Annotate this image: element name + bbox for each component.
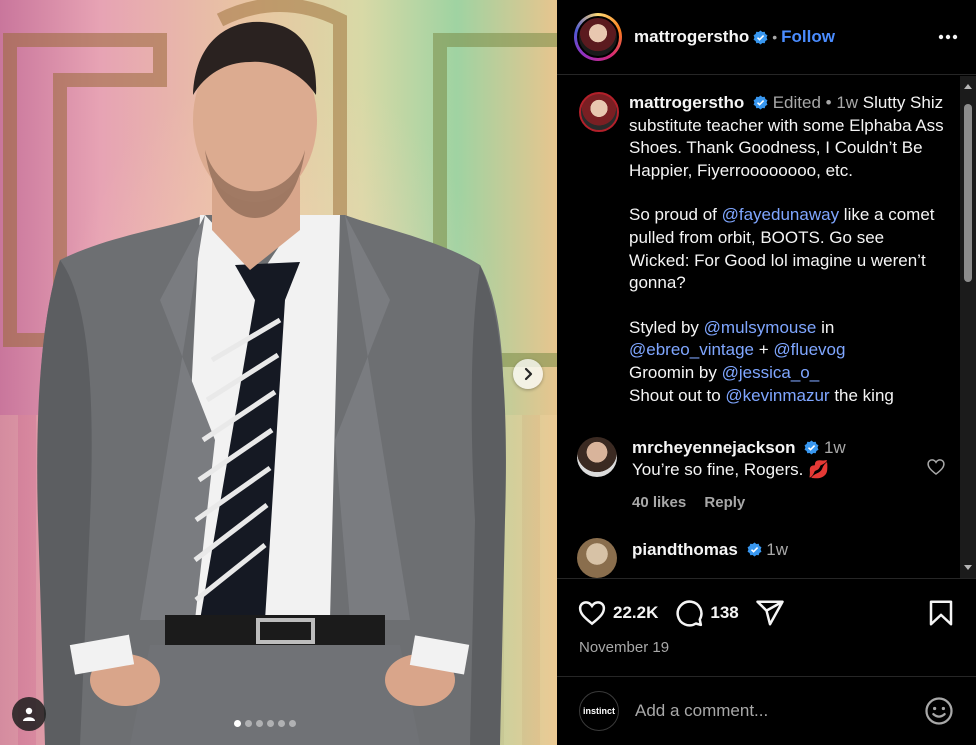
- scroll-up-icon[interactable]: [963, 82, 973, 92]
- comment-text: You’re so fine, Rogers. 💋: [632, 460, 830, 480]
- heart-icon: [578, 601, 606, 626]
- mention-link[interactable]: @jessica_o_: [722, 363, 820, 382]
- caption-text: Groomin by: [629, 362, 722, 382]
- carousel-dot: [267, 720, 274, 727]
- comment-icon: [676, 600, 703, 627]
- caption-paragraph-3: Styled by @mulsymouse in @ebreo_vintage …: [629, 317, 946, 407]
- caption-text: +: [754, 340, 774, 360]
- comment-likes[interactable]: 40 likes: [632, 494, 686, 511]
- caption-paragraph-2: So proud of @fayedunaway like a comet pu…: [629, 204, 946, 294]
- post-side-panel: mattrogerstho • Follow mattrogerstho Edi…: [557, 0, 976, 745]
- comment-button[interactable]: 138: [674, 598, 739, 628]
- reply-button[interactable]: Reply: [704, 494, 745, 511]
- verified-icon: [747, 542, 761, 557]
- emoji-icon[interactable]: [924, 696, 954, 726]
- more-options-button[interactable]: [936, 25, 960, 49]
- commenter-username[interactable]: mrcheyennejackson: [632, 438, 795, 457]
- like-button[interactable]: 22.2K: [577, 598, 658, 628]
- share-icon: [756, 600, 784, 626]
- caption-text: in: [816, 317, 835, 337]
- carousel-dot: [245, 720, 252, 727]
- caption-text: So proud of: [629, 205, 722, 225]
- comment-time[interactable]: 1w: [824, 438, 846, 457]
- carousel-dot: [278, 720, 285, 727]
- caption-text: Shout out to: [629, 385, 726, 405]
- carousel-dot: [289, 720, 296, 727]
- share-button[interactable]: [755, 598, 785, 628]
- edited-label: Edited: [772, 93, 821, 112]
- follow-button[interactable]: Follow: [781, 27, 835, 47]
- viewer-avatar[interactable]: instinct: [579, 691, 619, 731]
- mention-link[interactable]: @fluevog: [773, 340, 845, 359]
- mention-link[interactable]: @ebreo_vintage: [629, 340, 754, 359]
- caption-time[interactable]: 1w: [836, 93, 858, 112]
- comment-composer: instinct Add a comment...: [557, 676, 976, 745]
- caption-bullet: •: [825, 93, 832, 112]
- caption-text: Styled by: [629, 317, 704, 337]
- comment-time[interactable]: 1w: [766, 540, 788, 559]
- commenter-username[interactable]: piandthomas: [632, 540, 738, 559]
- header-separator: •: [772, 29, 778, 45]
- post-header: mattrogerstho • Follow: [557, 0, 976, 75]
- comment-input[interactable]: Add a comment...: [635, 701, 768, 721]
- verified-icon: [753, 29, 768, 45]
- caption-avatar[interactable]: [579, 92, 619, 132]
- chevron-right-icon: [524, 367, 533, 381]
- verified-icon: [753, 95, 768, 110]
- post-photo[interactable]: [0, 0, 557, 745]
- scrollbar-thumb[interactable]: [964, 104, 972, 282]
- person-figure: [37, 21, 506, 745]
- carousel-dot: [234, 720, 241, 727]
- carousel-dots: [234, 720, 296, 727]
- bookmark-icon: [929, 600, 953, 626]
- more-icon: [938, 34, 958, 40]
- comment-item: mrcheyennejackson 1w You’re so fine, Rog…: [557, 437, 976, 514]
- commenter-avatar[interactable]: [577, 538, 617, 578]
- comments-count[interactable]: 138: [710, 603, 738, 623]
- mention-link[interactable]: @fayedunaway: [722, 205, 839, 224]
- user-tag-icon: [23, 707, 35, 721]
- comments-scrollbar[interactable]: [960, 76, 976, 578]
- caption-username[interactable]: mattrogerstho: [629, 93, 744, 112]
- carousel-dot: [256, 720, 263, 727]
- post-caption: mattrogerstho Edited • 1w Slutty Shiz su…: [557, 76, 976, 407]
- caption-text: the king: [829, 385, 894, 405]
- scroll-down-icon[interactable]: [963, 562, 973, 572]
- mention-link[interactable]: @mulsymouse: [704, 318, 817, 337]
- verified-icon: [804, 440, 819, 455]
- carousel-next-button[interactable]: [513, 359, 543, 389]
- mention-link[interactable]: @kevinmazur: [725, 386, 829, 405]
- post-date[interactable]: November 19: [557, 631, 976, 656]
- likes-count[interactable]: 22.2K: [613, 603, 658, 623]
- comments-list[interactable]: mattrogerstho Edited • 1w Slutty Shiz su…: [557, 76, 976, 578]
- comment-item: piandthomas 1w: [557, 538, 976, 578]
- save-button[interactable]: [926, 598, 956, 628]
- post-actions: 22.2K 138 November 19: [557, 578, 976, 656]
- heart-icon[interactable]: [926, 457, 946, 477]
- author-avatar[interactable]: [574, 13, 622, 61]
- author-username[interactable]: mattrogerstho: [634, 27, 749, 47]
- commenter-avatar[interactable]: [577, 437, 617, 478]
- tagged-users-button[interactable]: [12, 697, 46, 731]
